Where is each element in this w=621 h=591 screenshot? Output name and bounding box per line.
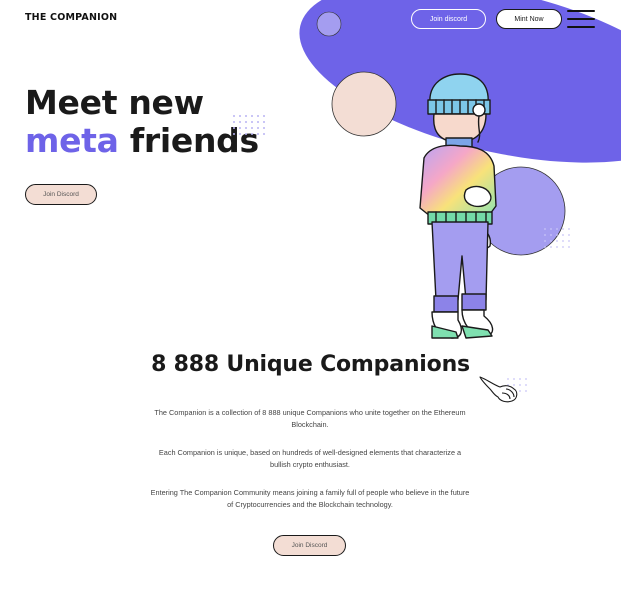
mint-now-button[interactable]: Mint Now bbox=[496, 9, 562, 29]
dot-pattern bbox=[233, 115, 265, 135]
join-discord-header-button[interactable]: Join discord bbox=[411, 9, 486, 29]
companion-character bbox=[419, 73, 497, 339]
small-lavender-circle bbox=[316, 11, 342, 37]
hero-title-accent: meta bbox=[25, 121, 119, 160]
about-paragraph: Each Companion is unique, based on hundr… bbox=[158, 448, 462, 469]
menu-line bbox=[567, 10, 595, 12]
hero-title-line1: Meet new bbox=[25, 83, 204, 122]
peach-circle bbox=[331, 71, 397, 137]
pointing-hand-icon bbox=[479, 376, 518, 403]
hero-title-line2: meta friends bbox=[25, 122, 259, 160]
site-logo[interactable]: THE COMPANION bbox=[25, 12, 117, 23]
menu-icon[interactable] bbox=[567, 10, 595, 28]
join-discord-hero-button[interactable]: Join Discord bbox=[25, 184, 97, 205]
dot-pattern bbox=[544, 228, 570, 248]
purple-ellipse bbox=[299, 0, 621, 163]
join-discord-bottom-button[interactable]: Join Discord bbox=[273, 535, 346, 556]
menu-line bbox=[567, 26, 595, 28]
menu-line bbox=[567, 18, 595, 20]
about-paragraph: Entering The Companion Community means j… bbox=[150, 488, 470, 509]
hero-title: Meet new meta friends bbox=[25, 84, 259, 160]
hero-decoration bbox=[299, 0, 621, 339]
about-paragraph: The Companion is a collection of 8 888 u… bbox=[154, 408, 466, 429]
